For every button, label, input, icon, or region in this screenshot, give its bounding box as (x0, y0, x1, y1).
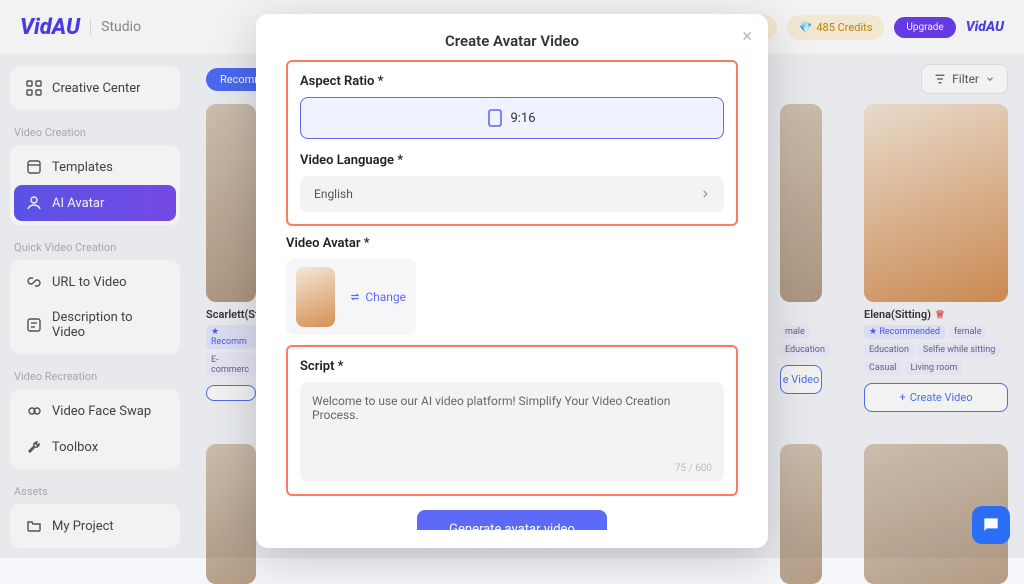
avatar-preview[interactable] (296, 267, 335, 327)
video-language-label: Video Language * (300, 153, 724, 168)
script-label: Script * (300, 359, 724, 374)
close-icon[interactable]: × (742, 26, 752, 47)
chat-icon (981, 515, 1001, 535)
modal-title: Create Avatar Video (256, 32, 768, 50)
change-avatar-button[interactable]: Change (349, 290, 406, 304)
video-avatar-label: Video Avatar * (286, 236, 738, 251)
script-counter: 75 / 600 (675, 463, 712, 474)
change-label: Change (365, 290, 406, 304)
aspect-ratio-select[interactable]: 9:16 (300, 97, 724, 139)
video-language-value: English (314, 187, 353, 201)
create-avatar-video-modal: Create Avatar Video × Aspect Ratio * 9:1… (256, 14, 768, 548)
script-text: Welcome to use our AI video platform! Si… (312, 394, 670, 422)
portrait-icon (488, 109, 502, 127)
chevron-right-icon (700, 189, 710, 199)
video-language-select[interactable]: English (300, 176, 724, 212)
generate-avatar-video-button[interactable]: Generate avatar video (417, 510, 607, 530)
script-textarea[interactable]: Welcome to use our AI video platform! Si… (300, 382, 724, 482)
chat-button[interactable] (972, 506, 1010, 544)
swap-icon (349, 291, 361, 303)
aspect-ratio-value: 9:16 (510, 111, 535, 126)
highlight-script: Script * Welcome to use our AI video pla… (286, 345, 738, 496)
aspect-ratio-label: Aspect Ratio * (300, 74, 724, 89)
avatar-selector: Change (286, 259, 416, 335)
highlight-top: Aspect Ratio * 9:16 Video Language * Eng… (286, 60, 738, 226)
